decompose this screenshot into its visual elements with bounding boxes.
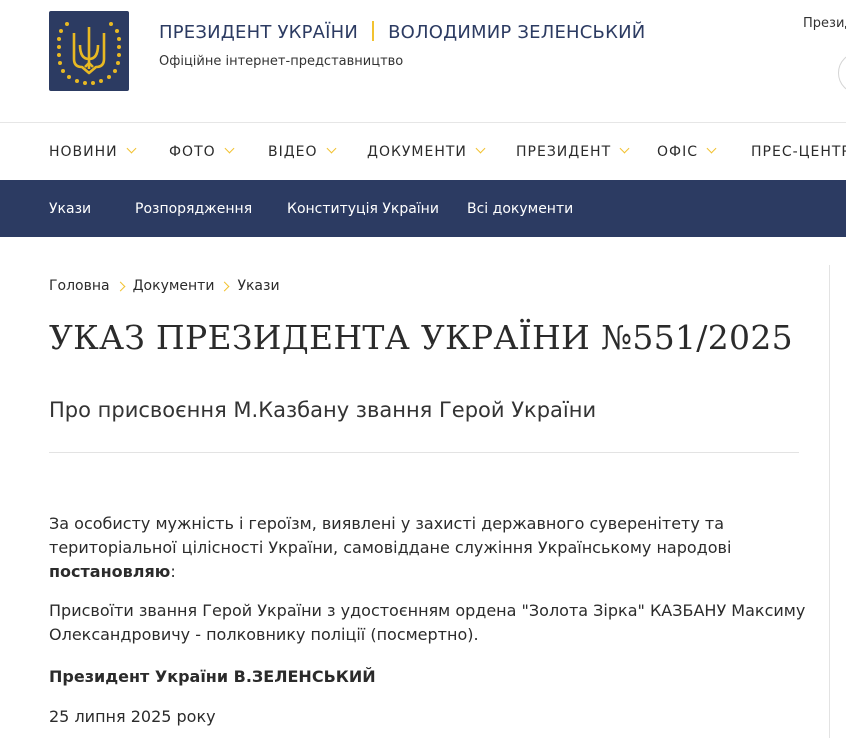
chevron-down-icon — [706, 143, 717, 154]
nav-item-news[interactable]: НОВИНИ — [49, 143, 137, 160]
brand-president-label: ПРЕЗИДЕНТ УКРАЇНИ — [159, 22, 359, 43]
nav-item-video[interactable]: ВІДЕО — [268, 143, 336, 160]
nav-item-label: ОФІС — [657, 144, 698, 160]
content-divider — [49, 452, 799, 453]
chevron-down-icon — [326, 143, 336, 154]
subnav-item-decrees[interactable]: Укази — [49, 201, 91, 217]
nav-item-president[interactable]: ПРЕЗИДЕНТ — [516, 143, 630, 160]
decree-resolve-word: постановляю — [49, 562, 171, 581]
chevron-right-icon — [115, 281, 126, 291]
documents-subnav: Укази Розпорядження Конституція України … — [0, 180, 846, 237]
nav-item-label: НОВИНИ — [49, 144, 118, 160]
nav-item-office[interactable]: ОФІС — [657, 143, 717, 160]
brand-separator — [372, 21, 375, 41]
nav-item-photo[interactable]: ФОТО — [169, 143, 235, 160]
site-header: ПРЕЗИДЕНТ УКРАЇНИ ВОЛОДИМИР ЗЕЛЕНСЬКИЙ Оф… — [0, 0, 846, 122]
chevron-down-icon — [126, 143, 137, 154]
site-subtitle: Офіційне інтернет-представництво — [159, 54, 404, 69]
coat-of-arms-logo[interactable] — [49, 11, 129, 91]
decree-paragraph-1: За особисту мужність і героїзм, виявлені… — [49, 512, 809, 584]
subnav-item-orders[interactable]: Розпорядження — [135, 201, 252, 217]
brand-name-label: ВОЛОДИМИР ЗЕЛЕНСЬКИЙ — [388, 22, 646, 43]
subnav-item-all-documents[interactable]: Всі документи — [467, 201, 573, 217]
nav-item-label: ФОТО — [169, 144, 216, 160]
breadcrumb-documents[interactable]: Документи — [133, 278, 215, 294]
site-brand[interactable]: ПРЕЗИДЕНТ УКРАЇНИ ВОЛОДИМИР ЗЕЛЕНСЬКИЙ — [159, 21, 645, 43]
breadcrumb: Головна Документи Укази — [49, 278, 280, 294]
page-title: УКАЗ ПРЕЗИДЕНТА УКРАЇНИ №551/2025 — [49, 318, 793, 357]
nav-item-documents[interactable]: ДОКУМЕНТИ — [367, 143, 486, 160]
document-subtitle: Про присвоєння М.Казбану звання Герой Ук… — [49, 398, 597, 422]
chevron-down-icon — [475, 143, 486, 154]
nav-item-label: ДОКУМЕНТИ — [367, 144, 467, 160]
decree-paragraph-2: Присвоїти звання Герой України з удостоє… — [49, 601, 806, 644]
chevron-down-icon — [224, 143, 235, 154]
chevron-right-icon — [219, 281, 230, 291]
breadcrumb-home[interactable]: Головна — [49, 278, 110, 294]
decree-signature: Президент України В.ЗЕЛЕНСЬКИЙ — [49, 667, 376, 686]
trident-icon — [57, 22, 121, 85]
decree-date: 25 липня 2025 року — [49, 707, 216, 726]
chevron-down-icon — [619, 143, 630, 154]
nav-item-label: ПРЕЗИДЕНТ — [516, 144, 612, 160]
header-right-link[interactable]: Презид — [803, 16, 846, 31]
nav-item-press-center[interactable]: ПРЕС-ЦЕНТР — [751, 144, 846, 160]
content-divider-vertical — [829, 265, 830, 738]
decree-colon: : — [170, 562, 176, 581]
main-navigation: НОВИНИ ФОТО ВІДЕО ДОКУМЕНТИ ПРЕЗИДЕНТ ОФ… — [0, 122, 846, 181]
nav-item-label: ВІДЕО — [268, 144, 318, 160]
header-round-button[interactable] — [838, 52, 846, 94]
nav-item-label: ПРЕС-ЦЕНТР — [751, 144, 846, 160]
subnav-item-constitution[interactable]: Конституція України — [287, 201, 439, 217]
decree-preamble: За особисту мужність і героїзм, виявлені… — [49, 514, 732, 557]
breadcrumb-decrees[interactable]: Укази — [237, 278, 279, 294]
